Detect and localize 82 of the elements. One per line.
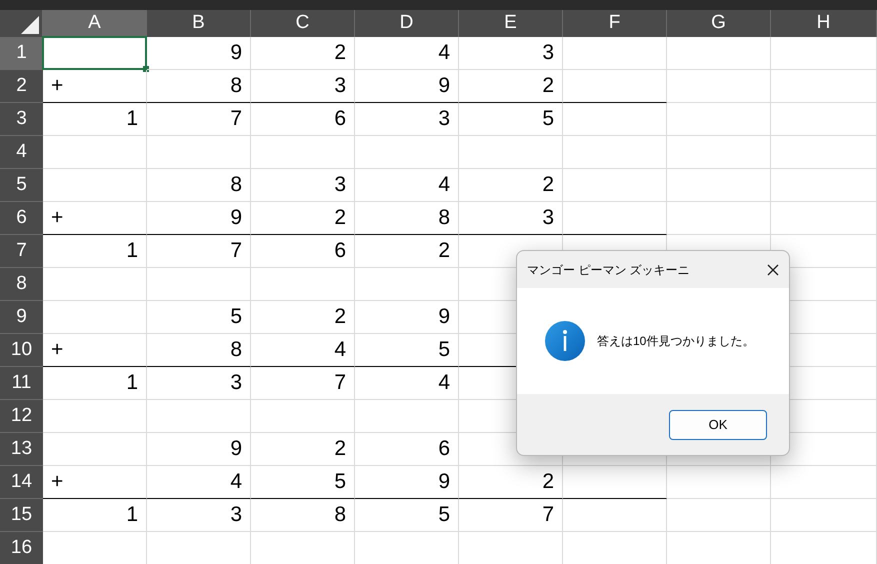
grid-cell[interactable]: 9 bbox=[147, 37, 251, 70]
grid-cell[interactable]: 9 bbox=[355, 466, 459, 499]
row-header[interactable]: 11 bbox=[0, 367, 43, 400]
grid-cell[interactable]: 1 bbox=[43, 235, 147, 268]
grid-cell[interactable]: 1 bbox=[43, 499, 147, 532]
grid-cell[interactable]: 8 bbox=[251, 499, 355, 532]
info-icon bbox=[545, 321, 585, 361]
grid-cell[interactable]: + bbox=[43, 466, 147, 499]
grid-cell[interactable]: 8 bbox=[147, 70, 251, 103]
grid-cell[interactable]: 3 bbox=[355, 103, 459, 136]
grid-cell[interactable]: 2 bbox=[251, 301, 355, 334]
grid-cell[interactable]: 9 bbox=[147, 433, 251, 466]
row-header[interactable]: 2 bbox=[0, 70, 43, 103]
grid-cell[interactable]: 2 bbox=[251, 202, 355, 235]
row-header[interactable]: 9 bbox=[0, 301, 43, 334]
grid-cell[interactable]: 5 bbox=[147, 301, 251, 334]
dialog-message: 答えは10件見つかりました。 bbox=[597, 333, 754, 350]
row-header[interactable]: 6 bbox=[0, 202, 43, 235]
ok-button[interactable]: OK bbox=[669, 410, 767, 440]
select-all-corner[interactable] bbox=[0, 10, 43, 37]
grid-cell[interactable]: + bbox=[43, 70, 147, 103]
grid-cell[interactable]: 9 bbox=[355, 301, 459, 334]
grid-cell[interactable]: 2 bbox=[459, 169, 563, 202]
row-header[interactable]: 5 bbox=[0, 169, 43, 202]
grid-cell[interactable]: 4 bbox=[355, 169, 459, 202]
grid-cell[interactable]: 5 bbox=[251, 466, 355, 499]
grid-cell[interactable]: 5 bbox=[355, 334, 459, 367]
grid-cell[interactable]: 3 bbox=[459, 202, 563, 235]
grid-cell[interactable]: 2 bbox=[355, 235, 459, 268]
grid-cell[interactable]: 5 bbox=[459, 103, 563, 136]
column-header[interactable]: C bbox=[251, 10, 355, 37]
grid-cell[interactable]: 2 bbox=[459, 70, 563, 103]
column-header[interactable]: H bbox=[771, 10, 877, 37]
close-icon[interactable] bbox=[767, 264, 779, 276]
grid-cell[interactable]: 6 bbox=[355, 433, 459, 466]
grid-cell[interactable]: 7 bbox=[251, 367, 355, 400]
row-header[interactable]: 12 bbox=[0, 400, 43, 433]
row-header[interactable]: 7 bbox=[0, 235, 43, 268]
column-header[interactable]: F bbox=[563, 10, 667, 37]
grid-cell[interactable]: 4 bbox=[355, 367, 459, 400]
column-header[interactable]: G bbox=[667, 10, 771, 37]
grid-cell[interactable]: 8 bbox=[147, 334, 251, 367]
grid-cell[interactable]: 1 bbox=[43, 367, 147, 400]
row-header[interactable]: 10 bbox=[0, 334, 43, 367]
grid-cell[interactable]: 4 bbox=[147, 466, 251, 499]
dialog-title: マンゴー ピーマン ズッキーニ bbox=[527, 262, 690, 278]
grid-cell[interactable]: 2 bbox=[251, 433, 355, 466]
corner-triangle-icon bbox=[21, 16, 39, 34]
row-header[interactable]: 14 bbox=[0, 466, 43, 499]
grid-cell[interactable]: 7 bbox=[147, 235, 251, 268]
row-header[interactable]: 3 bbox=[0, 103, 43, 136]
grid-cell[interactable]: 8 bbox=[147, 169, 251, 202]
row-header[interactable]: 4 bbox=[0, 136, 43, 169]
column-header[interactable]: B bbox=[147, 10, 251, 37]
grid-cell[interactable]: + bbox=[43, 334, 147, 367]
grid-cell[interactable]: 3 bbox=[251, 70, 355, 103]
grid-cell[interactable]: 9 bbox=[355, 70, 459, 103]
grid-cell[interactable]: 5 bbox=[355, 499, 459, 532]
row-header[interactable]: 1 bbox=[0, 37, 43, 70]
grid-cell[interactable]: 6 bbox=[251, 103, 355, 136]
grid-cell[interactable]: 3 bbox=[147, 499, 251, 532]
row-header[interactable]: 15 bbox=[0, 499, 43, 532]
grid-cell[interactable]: 2 bbox=[459, 466, 563, 499]
grid-cell[interactable]: 6 bbox=[251, 235, 355, 268]
grid-cell[interactable]: 4 bbox=[355, 37, 459, 70]
grid-cell[interactable]: 1 bbox=[43, 103, 147, 136]
grid-cell[interactable]: + bbox=[43, 202, 147, 235]
grid-cell[interactable]: 3 bbox=[251, 169, 355, 202]
grid-cell[interactable]: 4 bbox=[251, 334, 355, 367]
grid-cell[interactable]: 3 bbox=[147, 367, 251, 400]
row-header[interactable]: 16 bbox=[0, 532, 43, 564]
grid-cell[interactable]: 7 bbox=[147, 103, 251, 136]
column-header[interactable]: A bbox=[43, 10, 147, 37]
row-header[interactable]: 8 bbox=[0, 268, 43, 301]
grid-cell[interactable]: 3 bbox=[459, 37, 563, 70]
column-header[interactable]: D bbox=[355, 10, 459, 37]
column-header[interactable]: E bbox=[459, 10, 563, 37]
row-header[interactable]: 13 bbox=[0, 433, 43, 466]
grid-cell[interactable]: 8 bbox=[355, 202, 459, 235]
grid-cell[interactable]: 9 bbox=[147, 202, 251, 235]
grid-cell[interactable]: 7 bbox=[459, 499, 563, 532]
grid-cell[interactable]: 2 bbox=[251, 37, 355, 70]
